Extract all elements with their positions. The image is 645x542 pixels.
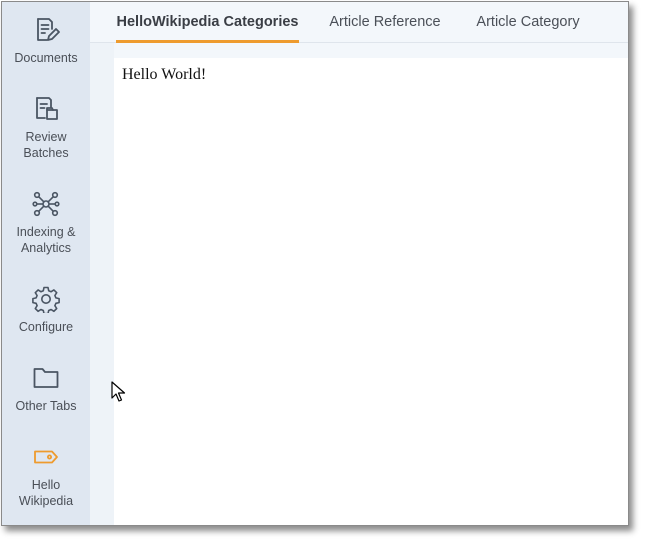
sidebar-item-other-tabs[interactable]: Other Tabs (2, 364, 90, 414)
tab-label: HelloWikipedia Categories (116, 14, 299, 30)
tab-label: Article Category (476, 14, 580, 30)
sidebar-item-documents[interactable]: Documents (2, 16, 90, 66)
content-area: Hello World! (114, 58, 628, 525)
content-header-strip (114, 43, 628, 58)
sidebar-item-label: Configure (18, 320, 74, 334)
tab-bar: HelloWikipedia Categories Article Refere… (90, 2, 628, 43)
app-window: Documents Review Batches Indexing & Anal… (1, 1, 629, 526)
sidebar-item-indexing-analytics[interactable]: Indexing & Analytics (2, 190, 90, 256)
sidebar-item-hello-wikipedia[interactable]: Hello Wikipedia (2, 443, 90, 509)
sidebar-item-label: Documents (14, 51, 78, 65)
mouse-cursor-icon (111, 381, 126, 402)
tab-hellowikipedia-categories[interactable]: HelloWikipedia Categories (116, 2, 299, 43)
sidebar: Documents Review Batches Indexing & Anal… (2, 2, 90, 525)
tag-icon (32, 443, 60, 471)
gear-icon (32, 285, 60, 313)
tab-article-reference[interactable]: Article Reference (320, 2, 450, 42)
network-icon (32, 190, 60, 218)
sidebar-item-review-batches[interactable]: Review Batches (2, 95, 90, 161)
sidebar-item-label: Other Tabs (15, 399, 77, 413)
tab-article-category[interactable]: Article Category (471, 2, 585, 42)
sidebar-item-label: Hello Wikipedia (18, 478, 74, 508)
sidebar-item-label: Indexing & Analytics (16, 225, 76, 255)
content-gutter (90, 43, 114, 525)
review-batches-icon (32, 95, 60, 123)
hello-text: Hello World! (122, 66, 207, 83)
documents-icon (32, 16, 60, 44)
folder-icon (32, 364, 60, 392)
tab-label: Article Reference (329, 14, 441, 30)
main-panel: HelloWikipedia Categories Article Refere… (90, 2, 628, 525)
sidebar-item-label: Review Batches (23, 130, 69, 160)
sidebar-item-configure[interactable]: Configure (2, 285, 90, 335)
